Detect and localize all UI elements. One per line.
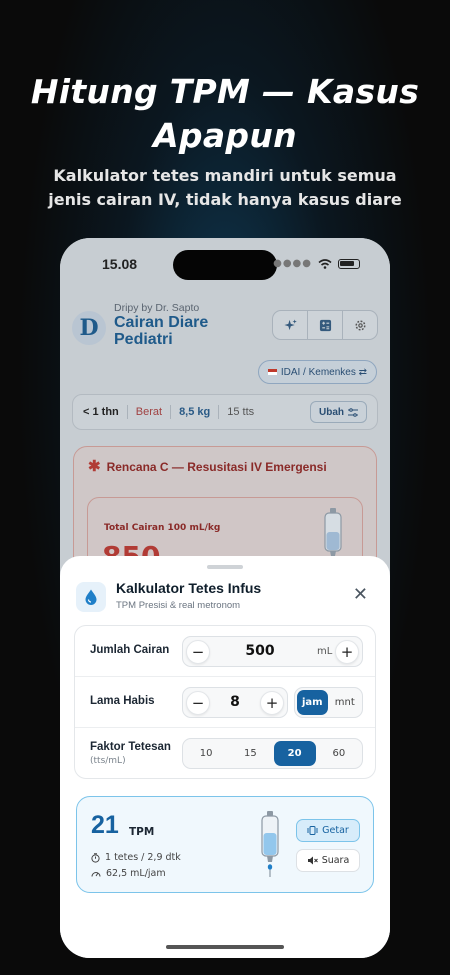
weight-label: Berat [135,406,163,418]
divider [218,405,220,419]
duration-label: Lama Habis [90,695,155,707]
indonesia-flag-icon [267,369,277,375]
flow-rate-text: 62,5 mL/jam [106,868,166,879]
flow-rate: 62,5 mL/jam [91,868,166,879]
plan-title-text: Rencana C — Resusitasi IV Emergensi [106,460,327,474]
phone-screen: 15.08 ●●●● D Dripy by Dr. Sapto Cairan D… [60,238,390,958]
duration-stepper: − 8 + [182,687,288,718]
guideline-label: IDAI / Kemenkes ⇄ [280,366,367,378]
change-label: Ubah [319,406,344,418]
result-card: 21 TPM 1 tetes / 2,9 dtk 62,5 mL/jam Get… [76,796,374,893]
patient-weight: 8,5 kg [179,406,211,418]
tpm-unit: TPM [129,826,155,838]
divider [126,405,128,419]
gauge-icon [91,872,101,877]
app-title: Cairan Diare Pediatri [114,314,209,348]
change-patient-button[interactable]: Ubah [310,401,367,423]
drop-icon [76,582,106,612]
tpm-value: 21 [91,811,119,839]
app-logo: D [72,311,106,345]
promo-subtitle: Kalkulator tetes mandiri untuk semua jen… [48,166,402,209]
wifi-icon [318,258,332,269]
unit-minutes-option[interactable]: mnt [330,690,361,715]
sound-label: Suara [321,855,350,866]
plan-title: ✱ Rencana C — Resusitasi IV Emergensi [88,457,327,475]
asterisk-icon: ✱ [88,458,101,475]
status-time: 15.08 [102,256,138,272]
calculator-icon[interactable] [308,311,343,339]
app-byline: Dripy by Dr. Sapto [114,302,200,314]
input-card: Jumlah Cairan − 500 mL + Lama Habis − 8 … [74,625,376,779]
sound-button[interactable]: Suara [296,849,360,872]
vibrate-label: Getar [322,825,349,836]
drop-interval: 1 tetes / 2,9 dtk [91,852,181,863]
speaker-muted-icon [307,856,318,865]
plus-button[interactable]: + [335,640,359,664]
divider [170,405,172,419]
promo-title: Hitung TPM — Kasus Apapun [30,72,420,155]
drop-factor-label: Faktor Tetesan [90,741,171,753]
minus-button[interactable]: − [186,640,210,664]
patient-drops: 15 tts [227,406,255,418]
volume-row: Jumlah Cairan − 500 mL + [75,626,375,677]
sheet-title: Kalkulator Tetes Infus [116,580,262,596]
drip-calculator-sheet: Kalkulator Tetes Infus TPM Presisi & rea… [60,556,390,958]
signal-icon: ●●●● [273,258,312,269]
unit-hours-option[interactable]: jam [297,690,328,715]
drop-factor-option[interactable]: 10 [185,741,227,766]
sparkles-icon[interactable] [273,311,308,339]
sheet-grabber[interactable] [207,565,243,569]
vibrate-icon [307,826,318,835]
plan-total-label: Total Cairan 100 mL/kg [104,523,221,533]
duration-row: Lama Habis − 8 + jam mnt [75,677,375,728]
drop-factor-selector: 10 15 20 60 [182,738,363,769]
home-indicator [166,945,284,949]
dynamic-island [173,250,277,280]
status-icons: ●●●● [273,258,360,269]
volume-label: Jumlah Cairan [90,644,170,656]
drop-factor-option[interactable]: 15 [229,741,271,766]
drop-factor-option-selected[interactable]: 20 [273,741,316,766]
plus-button[interactable]: + [260,691,284,715]
sheet-subtitle: TPM Presisi & real metronom [116,600,241,611]
volume-unit: mL [317,646,333,657]
drop-factor-unit: (tts/mL) [90,756,126,766]
drop-factor-option[interactable]: 60 [318,741,360,766]
vibrate-button[interactable]: Getar [296,819,360,842]
duration-value[interactable]: 8 [213,694,257,710]
patient-summary: < 1 thn Berat 8,5 kg 15 tts Ubah [72,394,378,430]
volume-stepper: − 500 mL + [182,636,363,667]
guideline-chip[interactable]: IDAI / Kemenkes ⇄ [257,360,377,384]
patient-age: < 1 thn [83,406,119,418]
volume-value[interactable]: 500 [213,643,307,659]
header-toolbar [272,310,378,340]
drop-factor-row: Faktor Tetesan (tts/mL) 10 15 20 60 [75,728,375,779]
iv-bag-icon [261,811,279,877]
sliders-icon [348,407,358,417]
close-icon[interactable]: ✕ [353,586,368,604]
battery-icon [338,258,360,269]
phone-frame: 15.08 ●●●● D Dripy by Dr. Sapto Cairan D… [60,238,390,958]
duration-unit-toggle: jam mnt [294,687,363,718]
drop-interval-text: 1 tetes / 2,9 dtk [105,852,181,863]
timer-icon [91,852,100,863]
minus-button[interactable]: − [186,691,210,715]
gear-icon[interactable] [343,311,377,339]
